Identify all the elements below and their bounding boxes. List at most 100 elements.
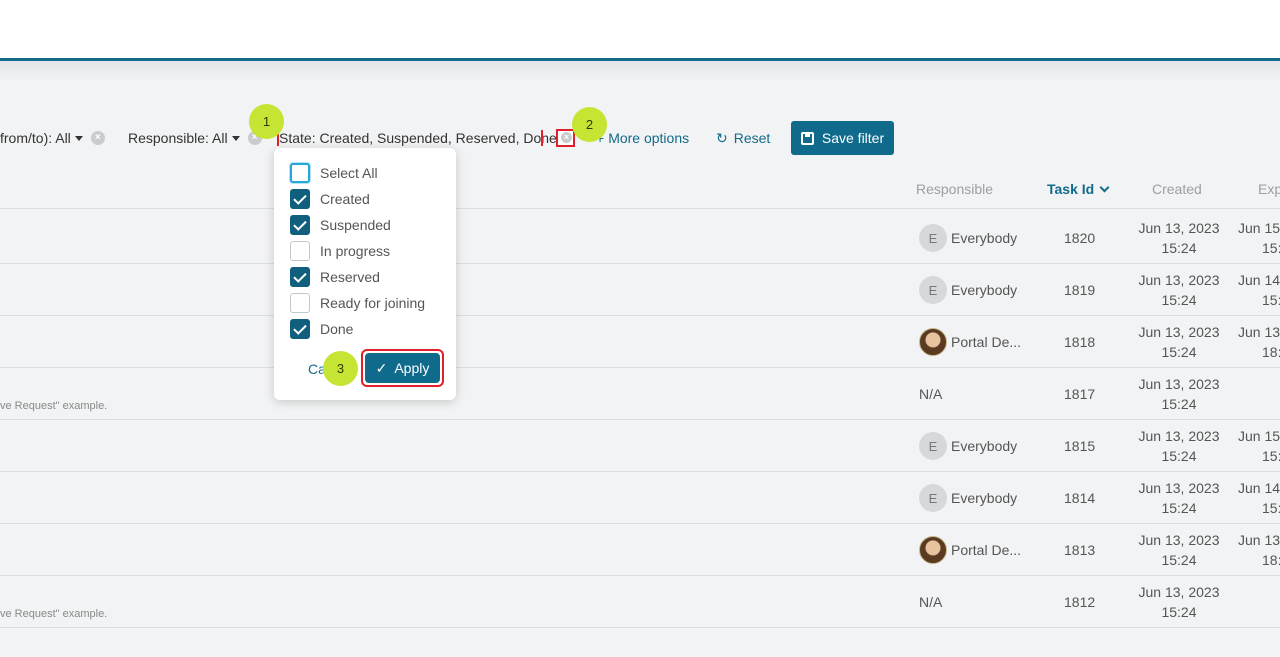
checkbox[interactable] <box>290 215 310 235</box>
row-expiry-date: Jun 14 <box>1238 272 1280 288</box>
row-created-date: Jun 13, 2023 <box>1138 532 1220 548</box>
row-task-id: 1815 <box>1064 438 1096 454</box>
filter-date-range-label: from/to): All <box>0 130 71 146</box>
top-bar <box>0 0 1280 58</box>
row-created-time: 15:24 <box>1161 500 1197 516</box>
apply-label: Apply <box>394 360 430 376</box>
column-header-expiry[interactable]: Exp <box>1258 181 1280 197</box>
row-created-date: Jun 13, 2023 <box>1138 584 1220 600</box>
chevron-down-icon <box>74 135 83 141</box>
table-row[interactable]: Portal De... 1818 Jun 13, 2023 15:24 Jun 13 1… <box>0 316 1280 368</box>
row-expiry: Jun 14 15: <box>1238 478 1280 518</box>
row-task-id: 1820 <box>1064 230 1096 246</box>
more-options-label: More options <box>608 130 690 146</box>
table-row[interactable]: ve Request" example. N/A 1812 Jun 13, 2023 1… <box>0 576 1280 628</box>
row-responsible: Everybody <box>951 282 1018 298</box>
row-created: Jun 13, 2023 15:24 <box>1134 218 1224 258</box>
row-responsible: Everybody <box>951 490 1018 506</box>
refresh-icon: ↻ <box>716 129 728 146</box>
step-badge-2: 2 <box>572 107 607 142</box>
checkbox[interactable] <box>290 241 310 261</box>
row-expiry-time: 15: <box>1262 448 1280 464</box>
save-icon <box>800 131 814 145</box>
state-option[interactable]: Suspended <box>290 214 391 236</box>
filter-date-range[interactable]: from/to): All × <box>0 128 105 148</box>
state-option[interactable]: Select All <box>290 162 378 184</box>
row-created-date: Jun 13, 2023 <box>1138 480 1220 496</box>
row-task-id: 1819 <box>1064 282 1096 298</box>
row-description: ve Request" example. <box>0 400 108 412</box>
save-filter-label: Save filter <box>821 130 885 146</box>
apply-button[interactable]: ✓ Apply <box>361 349 444 387</box>
row-expiry-time: 15: <box>1262 292 1280 308</box>
top-shade <box>0 61 1280 81</box>
table-row[interactable]: E Everybody 1819 Jun 13, 2023 15:24 Jun 14 15: <box>0 264 1280 316</box>
avatar <box>919 536 947 564</box>
clear-state-filter-button[interactable]: × <box>556 129 575 147</box>
row-created-date: Jun 13, 2023 <box>1138 376 1220 392</box>
row-expiry: Jun 13 18: <box>1238 322 1280 362</box>
row-created-date: Jun 13, 2023 <box>1138 324 1220 340</box>
table-row[interactable]: Portal De... 1813 Jun 13, 2023 15:24 Jun 13 1… <box>0 524 1280 576</box>
table-row[interactable]: ve Request" example. N/A 1817 Jun 13, 2023 1… <box>0 368 1280 420</box>
state-option-label: In progress <box>320 243 391 259</box>
row-created-time: 15:24 <box>1161 552 1197 568</box>
state-option[interactable]: Created <box>290 188 370 210</box>
row-expiry-time: 18: <box>1262 552 1280 568</box>
row-created-time: 15:24 <box>1161 240 1197 256</box>
checkbox[interactable] <box>290 189 310 209</box>
state-option[interactable]: In progress <box>290 240 390 262</box>
state-option-label: Created <box>320 191 370 207</box>
close-icon: × <box>561 132 572 143</box>
checkbox[interactable] <box>290 163 310 183</box>
filter-responsible[interactable]: Responsible: All × <box>128 128 262 148</box>
row-created-time: 15:24 <box>1161 396 1197 412</box>
avatar: E <box>919 276 947 304</box>
row-expiry-time: 15: <box>1262 500 1280 516</box>
row-created-time: 15:24 <box>1161 604 1197 620</box>
row-responsible: Everybody <box>951 230 1018 246</box>
checkbox[interactable] <box>290 319 310 339</box>
row-responsible: N/A <box>919 386 943 402</box>
checkbox[interactable] <box>290 293 310 313</box>
state-filter-dropdown: Select All Created Suspended In progress Res… <box>274 148 456 400</box>
checkbox[interactable] <box>290 267 310 287</box>
reset-label: Reset <box>733 130 771 146</box>
row-responsible: N/A <box>919 594 943 610</box>
avatar <box>919 328 947 356</box>
row-expiry-date: Jun 14 <box>1238 480 1280 496</box>
state-option[interactable]: Ready for joining <box>290 292 425 314</box>
clear-filter-icon[interactable]: × <box>90 131 105 145</box>
filter-state[interactable]: State: Created, Suspended, Reserved, Don… <box>279 128 571 148</box>
row-created: Jun 13, 2023 15:24 <box>1134 270 1224 310</box>
row-expiry-date: Jun 13 <box>1238 324 1280 340</box>
row-created: Jun 13, 2023 15:24 <box>1134 322 1224 362</box>
header-divider <box>0 208 1280 209</box>
save-filter-button[interactable]: Save filter <box>791 121 894 155</box>
column-header-task-id[interactable]: Task Id <box>1047 181 1110 197</box>
filter-bar: from/to): All × Responsible: All × State… <box>0 118 1280 158</box>
step-badge-3: 3 <box>323 351 358 386</box>
state-option[interactable]: Done <box>290 318 353 340</box>
highlight-marker-right <box>541 130 543 146</box>
table-row[interactable]: E Everybody 1820 Jun 13, 2023 15:24 Jun 15 15: <box>0 212 1280 264</box>
state-option-label: Suspended <box>320 217 391 233</box>
column-header-task-id-label: Task Id <box>1047 181 1095 197</box>
state-option-label: Select All <box>320 165 378 181</box>
row-task-id: 1813 <box>1064 542 1096 558</box>
reset-link[interactable]: ↻ Reset <box>716 128 770 148</box>
row-created: Jun 13, 2023 15:24 <box>1134 478 1224 518</box>
state-option[interactable]: Reserved <box>290 266 380 288</box>
table-row[interactable]: E Everybody 1815 Jun 13, 2023 15:24 Jun 15 15: <box>0 420 1280 472</box>
row-responsible: Everybody <box>951 438 1018 454</box>
table-row[interactable]: E Everybody 1814 Jun 13, 2023 15:24 Jun 14 15: <box>0 472 1280 524</box>
row-created: Jun 13, 2023 15:24 <box>1134 374 1224 414</box>
row-created-date: Jun 13, 2023 <box>1138 272 1220 288</box>
more-options-link[interactable]: + More options <box>596 128 689 148</box>
row-task-id: 1817 <box>1064 386 1096 402</box>
state-option-label: Ready for joining <box>320 295 426 311</box>
column-header-responsible[interactable]: Responsible <box>916 181 993 197</box>
column-header-created[interactable]: Created <box>1152 181 1202 197</box>
row-responsible: Portal De... <box>951 334 1022 350</box>
row-task-id: 1814 <box>1064 490 1096 506</box>
